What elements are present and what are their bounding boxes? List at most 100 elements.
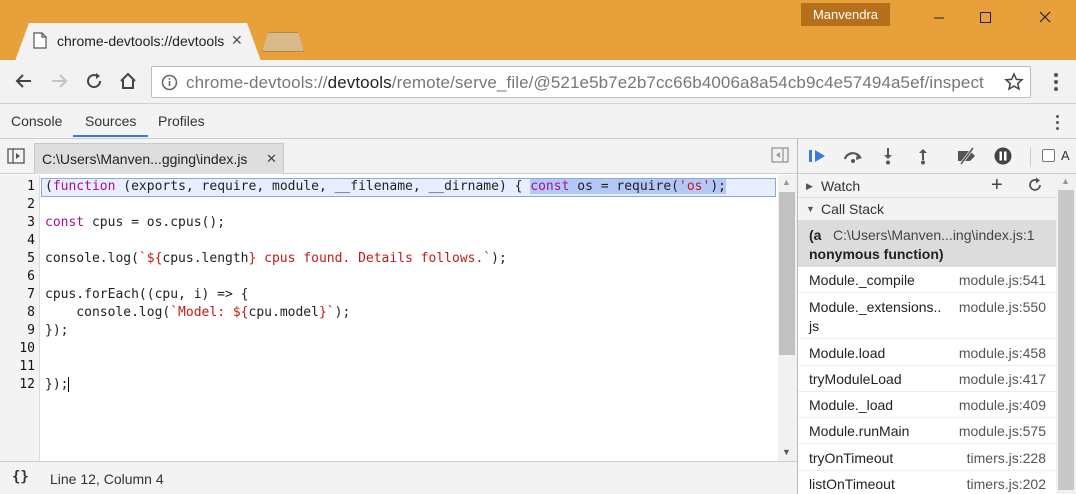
new-tab-button[interactable] <box>262 32 304 52</box>
call-frame-selected[interactable]: (a C:\Users\Manven...ing\index.js:1 nony… <box>798 221 1056 267</box>
browser-menu-button[interactable] <box>1046 70 1066 94</box>
frame-name: Module._load <box>809 397 894 413</box>
url-path: /remote/serve_file/@521e5b7e2b7cc66b4006… <box>391 73 984 92</box>
menu-dot <box>1055 120 1059 124</box>
file-tab-index-js[interactable]: C:\Users\Manven...gging\index.js ✕ <box>34 143 284 174</box>
frame-name: tryModuleLoad <box>809 371 902 387</box>
code-line-7: cpus.forEach((cpu, i) => { <box>45 287 249 302</box>
code-line-1: (function (exports, require, module, __f… <box>45 179 726 194</box>
tab-console[interactable]: Console <box>11 113 62 129</box>
menu-dot <box>1055 114 1059 118</box>
code-token: ( <box>45 179 53 194</box>
editor-statusbar: {} Line 12, Column 4 <box>0 461 797 494</box>
line-number[interactable]: 3 <box>27 215 35 230</box>
tab-close-icon[interactable]: ✕ <box>231 32 243 49</box>
file-tab-close-icon[interactable]: ✕ <box>266 151 277 167</box>
reload-icon <box>85 72 103 93</box>
code-token: ); <box>710 179 726 194</box>
frame-name: (a <box>809 227 822 243</box>
call-frame[interactable]: Module.runMain module.js:575 <box>798 418 1056 444</box>
debugger-toolbar: A <box>798 139 1076 174</box>
home-button[interactable] <box>115 69 141 95</box>
line-number[interactable]: 1 <box>27 179 35 194</box>
frame-location: C:\Users\Manven...ing\index.js:1 <box>833 227 1035 243</box>
toolbar-divider <box>1030 147 1031 167</box>
frame-location: module.js:409 <box>958 397 1046 413</box>
collapse-arrow-icon: ▼ <box>806 204 815 214</box>
call-frame[interactable]: tryModuleLoad module.js:417 <box>798 366 1056 392</box>
line-number[interactable]: 4 <box>27 233 35 248</box>
step-into-button[interactable] <box>877 147 899 167</box>
pause-on-exceptions-button[interactable] <box>992 147 1014 167</box>
line-number[interactable]: 8 <box>27 305 35 320</box>
info-icon[interactable] <box>161 74 178 94</box>
url-host: devtools <box>327 73 392 92</box>
close-icon <box>1039 11 1051 26</box>
back-button[interactable] <box>10 69 36 95</box>
menu-dot <box>1054 73 1058 77</box>
call-frame[interactable]: listOnTimeout timers.js:202 <box>798 471 1056 494</box>
editor-tabbar: C:\Users\Manven...gging\index.js ✕ <box>0 139 797 174</box>
step-out-icon <box>916 147 930 168</box>
show-navigator-icon[interactable] <box>7 148 25 167</box>
editor-scrollbar[interactable]: ▲ ▼ <box>778 175 797 461</box>
close-window-button[interactable] <box>1022 0 1068 36</box>
frame-name-continued: js <box>809 318 820 334</box>
tab-profiles[interactable]: Profiles <box>158 113 205 129</box>
devtools-menu-button[interactable] <box>1051 112 1063 132</box>
call-stack-section-header[interactable]: ▼ Call Stack <box>798 198 1056 221</box>
minimize-button[interactable] <box>916 0 962 36</box>
resume-button[interactable] <box>807 147 829 167</box>
scroll-down-icon[interactable]: ▼ <box>782 447 791 457</box>
add-watch-icon[interactable]: + <box>991 174 1003 196</box>
browser-tab[interactable]: chrome-devtools://devtools ✕ <box>15 23 261 61</box>
scrollbar-thumb[interactable] <box>1058 190 1074 490</box>
window-titlebar: Manvendra chrome-devtools://devtools ✕ <box>0 0 1076 61</box>
refresh-icon[interactable] <box>1027 177 1043 196</box>
menu-dot <box>1054 80 1058 84</box>
line-number[interactable]: 6 <box>27 269 35 284</box>
code-editor[interactable]: (function (exports, require, module, __f… <box>40 175 778 461</box>
profile-badge[interactable]: Manvendra <box>801 3 890 26</box>
forward-button[interactable] <box>47 69 73 95</box>
tab-sources[interactable]: Sources <box>73 113 149 137</box>
pause-on-caught-checkbox[interactable] <box>1042 149 1055 162</box>
address-bar[interactable]: chrome-devtools://devtools/remote/serve_… <box>151 66 1031 98</box>
scroll-up-icon[interactable]: ▲ <box>1061 176 1070 186</box>
code-token: cpu.model <box>248 305 319 320</box>
line-number[interactable]: 12 <box>19 377 35 392</box>
pause-icon <box>993 146 1013 169</box>
call-frame[interactable]: Module._compile module.js:541 <box>798 267 1056 293</box>
step-out-button[interactable] <box>912 147 934 167</box>
pretty-print-button[interactable]: {} <box>12 469 29 485</box>
line-number-gutter[interactable]: 1 2 3 4 5 6 7 8 9 10 11 12 <box>0 175 40 461</box>
show-debugger-icon[interactable] <box>771 147 789 166</box>
line-number[interactable]: 10 <box>19 341 35 356</box>
code-keyword: const <box>530 179 570 194</box>
line-number[interactable]: 7 <box>27 287 35 302</box>
code-token: (exports, require, module, __filename, _… <box>115 179 531 194</box>
resume-icon <box>808 148 828 167</box>
reload-button[interactable] <box>81 69 107 95</box>
call-frame[interactable]: Module._extensions.. module.js:550 js <box>798 293 1056 339</box>
frame-name: Module._compile <box>809 272 915 288</box>
scrollbar-thumb[interactable] <box>779 192 795 355</box>
line-number[interactable]: 5 <box>27 251 35 266</box>
call-frame[interactable]: Module._load module.js:409 <box>798 392 1056 418</box>
maximize-button[interactable] <box>962 0 1008 36</box>
sidebar-scrollbar[interactable]: ▲ <box>1056 174 1076 494</box>
scroll-up-icon[interactable]: ▲ <box>782 177 791 187</box>
line-number[interactable]: 9 <box>27 323 35 338</box>
code-token: cpus.length <box>162 251 249 266</box>
call-frame[interactable]: tryOnTimeout timers.js:228 <box>798 445 1056 471</box>
text-cursor <box>68 377 70 392</box>
call-frame[interactable]: Module.load module.js:458 <box>798 340 1056 366</box>
watch-section-header[interactable]: ▶ Watch + <box>798 174 1056 198</box>
line-number[interactable]: 2 <box>27 197 35 212</box>
bookmark-star-icon[interactable] <box>1004 72 1024 95</box>
step-over-button[interactable] <box>842 147 864 167</box>
line-number[interactable]: 11 <box>19 359 35 374</box>
cursor-position: Line 12, Column 4 <box>50 471 164 487</box>
deactivate-breakpoints-button[interactable] <box>956 146 978 167</box>
home-icon <box>119 72 137 93</box>
